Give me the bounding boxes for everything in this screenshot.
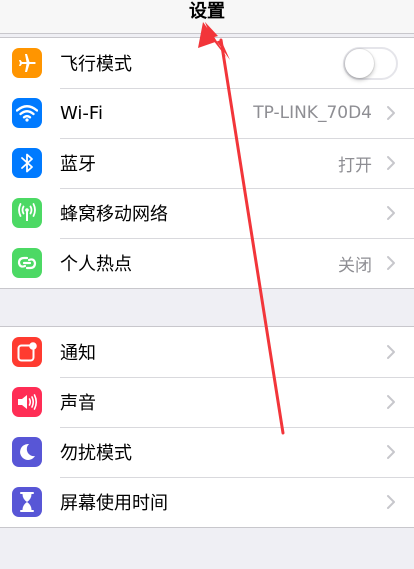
- settings-group-notifications: 通知 声音 勿扰模式 屏幕使用时间: [0, 326, 414, 528]
- row-label: 勿扰模式: [60, 443, 132, 464]
- chevron-right-icon: [387, 206, 395, 220]
- row-sounds[interactable]: 声音: [0, 377, 414, 427]
- row-notifications[interactable]: 通知: [0, 327, 414, 377]
- page-title: 设置: [189, 1, 225, 22]
- row-screen-time[interactable]: 屏幕使用时间: [0, 477, 414, 527]
- hourglass-icon: [12, 487, 42, 517]
- row-label: 声音: [60, 393, 96, 414]
- row-label: 通知: [60, 343, 96, 364]
- row-label: 飞行模式: [60, 54, 132, 75]
- row-personal-hotspot[interactable]: 个人热点 关闭: [0, 238, 414, 288]
- row-wifi[interactable]: Wi-Fi TP-LINK_70D4: [0, 88, 414, 138]
- row-label: 蓝牙: [60, 154, 96, 175]
- chevron-right-icon: [387, 106, 395, 120]
- moon-icon: [12, 437, 42, 467]
- bluetooth-icon: [12, 148, 42, 178]
- hotspot-chain-icon: [12, 248, 42, 278]
- chevron-right-icon: [387, 395, 395, 409]
- chevron-right-icon: [387, 445, 395, 459]
- hotspot-status: 关闭: [338, 255, 372, 276]
- speaker-icon: [12, 387, 42, 417]
- row-label: 屏幕使用时间: [60, 493, 168, 514]
- wifi-network-name: TP-LINK_70D4: [253, 103, 372, 123]
- toggle-knob: [345, 48, 374, 78]
- chevron-right-icon: [387, 256, 395, 270]
- notifications-icon: [12, 337, 42, 367]
- row-label: 蜂窝移动网络: [60, 204, 168, 225]
- row-airplane-mode: 飞行模式: [0, 38, 414, 88]
- row-cellular[interactable]: 蜂窝移动网络: [0, 188, 414, 238]
- chevron-right-icon: [387, 345, 395, 359]
- chevron-right-icon: [387, 495, 395, 509]
- chevron-right-icon: [387, 156, 395, 170]
- navigation-bar: 设置: [0, 0, 414, 34]
- row-label: Wi-Fi: [60, 102, 103, 124]
- row-do-not-disturb[interactable]: 勿扰模式: [0, 427, 414, 477]
- row-bluetooth[interactable]: 蓝牙 打开: [0, 138, 414, 188]
- row-label: 个人热点: [60, 254, 132, 275]
- wifi-icon: [12, 98, 42, 128]
- airplane-mode-toggle[interactable]: [343, 46, 398, 80]
- airplane-icon: [12, 48, 42, 78]
- cellular-antenna-icon: [12, 198, 42, 228]
- settings-group-connectivity: 飞行模式 Wi-Fi TP-LINK_70D4 蓝牙 打开 蜂窝移动网络 个人热…: [0, 37, 414, 289]
- bluetooth-status: 打开: [338, 155, 372, 176]
